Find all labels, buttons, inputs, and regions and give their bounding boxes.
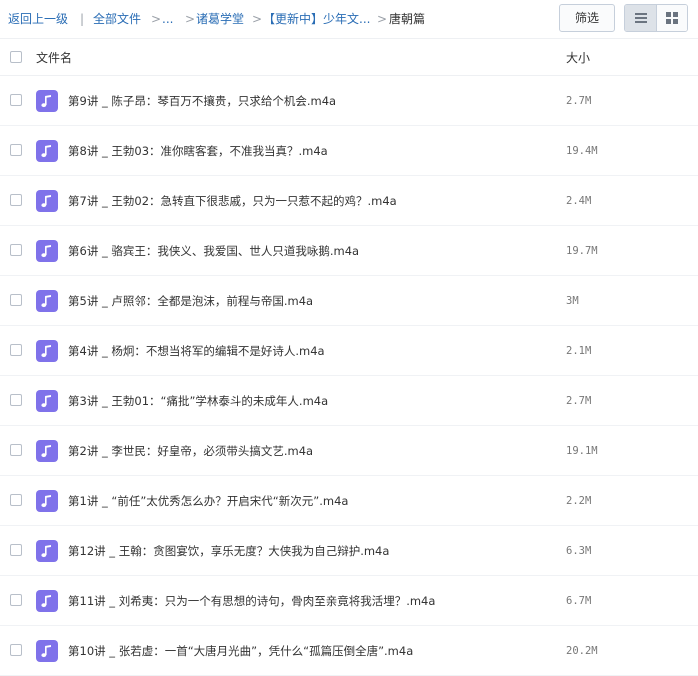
file-size: 19.4M xyxy=(566,145,598,157)
file-name[interactable]: 第6讲 _ 骆宾王：我侠义、我爱国、世人只道我咏鹅.m4a xyxy=(68,243,359,259)
select-all-checkbox[interactable] xyxy=(10,51,22,63)
file-row[interactable]: 第9讲 _ 陈子昂：琴百万不攘贵，只求给个机会.m4a 2.7M xyxy=(0,76,698,126)
file-size: 19.1M xyxy=(566,445,598,457)
file-checkbox[interactable] xyxy=(10,594,22,606)
file-name[interactable]: 第7讲 _ 王勃02：急转直下很悲戚，只为一只惹不起的鸡？.m4a xyxy=(68,193,397,209)
file-name[interactable]: 第2讲 _ 李世民：好皇帝，必须带头搞文艺.m4a xyxy=(68,443,313,459)
file-name[interactable]: 第5讲 _ 卢照邻：全都是泡沫，前程与帝国.m4a xyxy=(68,293,313,309)
music-file-icon xyxy=(36,640,58,662)
file-size: 2.7M xyxy=(566,395,592,407)
music-file-icon xyxy=(36,140,58,162)
breadcrumb-chevron: > xyxy=(377,12,388,26)
file-name[interactable]: 第1讲 _ “前任”太优秀怎么办？开启宋代“新次元”.m4a xyxy=(68,493,348,509)
file-name[interactable]: 第12讲 _ 王翰：贪图宴饮，享乐无度？大侠我为自己辩护.m4a xyxy=(68,543,389,559)
breadcrumb-separator: | xyxy=(80,12,85,26)
file-checkbox[interactable] xyxy=(10,344,22,356)
breadcrumb-all-files[interactable]: 全部文件 xyxy=(93,11,141,27)
file-size: 6.3M xyxy=(566,545,592,557)
breadcrumb-ellipsis[interactable]: ... xyxy=(162,11,173,27)
music-file-icon xyxy=(36,390,58,412)
file-name[interactable]: 第3讲 _ 王勃01：“痛批”学林泰斗的未成年人.m4a xyxy=(68,393,328,409)
filter-button[interactable]: 筛选 xyxy=(559,4,615,32)
file-size: 2.2M xyxy=(566,495,592,507)
file-checkbox[interactable] xyxy=(10,144,22,156)
file-row[interactable]: 第2讲 _ 李世民：好皇帝，必须带头搞文艺.m4a 19.1M xyxy=(0,426,698,476)
breadcrumb-chevron: > xyxy=(185,12,196,26)
file-row[interactable]: 第6讲 _ 骆宾王：我侠义、我爱国、世人只道我咏鹅.m4a 19.7M xyxy=(0,226,698,276)
breadcrumb-chevron: > xyxy=(252,12,263,26)
file-row[interactable]: 第8讲 _ 王勃03：准你瞎客套，不准我当真？.m4a 19.4M xyxy=(0,126,698,176)
file-checkbox[interactable] xyxy=(10,244,22,256)
file-name[interactable]: 第10讲 _ 张若虚：一首“大唐月光曲”，凭什么“孤篇压倒全唐”.m4a xyxy=(68,643,413,659)
back-link[interactable]: 返回上一级 xyxy=(8,11,68,27)
file-checkbox[interactable] xyxy=(10,444,22,456)
music-file-icon xyxy=(36,240,58,262)
file-row[interactable]: 第11讲 _ 刘希夷：只为一个有思想的诗句，骨肉至亲竟将我活埋？.m4a 6.7M xyxy=(0,576,698,626)
column-header-name[interactable]: 文件名 xyxy=(36,50,72,66)
file-name[interactable]: 第9讲 _ 陈子昂：琴百万不攘贵，只求给个机会.m4a xyxy=(68,93,336,109)
view-toggle xyxy=(624,4,688,32)
breadcrumb-folder-updating[interactable]: 【更新中】少年文... xyxy=(263,11,370,27)
file-row[interactable]: 第7讲 _ 王勃02：急转直下很悲戚，只为一只惹不起的鸡？.m4a 2.4M xyxy=(0,176,698,226)
list-view-icon xyxy=(635,13,647,23)
file-size: 19.7M xyxy=(566,245,598,257)
music-file-icon xyxy=(36,340,58,362)
file-name[interactable]: 第4讲 _ 杨炯：不想当将军的编辑不是好诗人.m4a xyxy=(68,343,325,359)
file-checkbox[interactable] xyxy=(10,194,22,206)
file-row[interactable]: 第12讲 _ 王翰：贪图宴饮，享乐无度？大侠我为自己辩护.m4a 6.3M xyxy=(0,526,698,576)
file-row[interactable]: 第5讲 _ 卢照邻：全都是泡沫，前程与帝国.m4a 3M xyxy=(0,276,698,326)
breadcrumb-current: 唐朝篇 xyxy=(389,12,426,26)
file-checkbox[interactable] xyxy=(10,394,22,406)
music-file-icon xyxy=(36,540,58,562)
file-size: 3M xyxy=(566,295,579,307)
file-checkbox[interactable] xyxy=(10,494,22,506)
music-file-icon xyxy=(36,290,58,312)
file-size: 6.7M xyxy=(566,595,592,607)
file-checkbox[interactable] xyxy=(10,294,22,306)
music-file-icon xyxy=(36,490,58,512)
list-view-button[interactable] xyxy=(625,5,656,31)
file-checkbox[interactable] xyxy=(10,644,22,656)
breadcrumb-chevron: > xyxy=(151,12,162,26)
top-bar: 返回上一级 | 全部文件 > ... > 诸葛学堂 > 【更新中】少年文... … xyxy=(0,0,698,38)
file-row[interactable]: 第3讲 _ 王勃01：“痛批”学林泰斗的未成年人.m4a 2.7M xyxy=(0,376,698,426)
file-name[interactable]: 第11讲 _ 刘希夷：只为一个有思想的诗句，骨肉至亲竟将我活埋？.m4a xyxy=(68,593,435,609)
file-checkbox[interactable] xyxy=(10,94,22,106)
music-file-icon xyxy=(36,190,58,212)
grid-view-button[interactable] xyxy=(656,5,687,31)
file-size: 20.2M xyxy=(566,645,598,657)
file-row[interactable]: 第1讲 _ “前任”太优秀怎么办？开启宋代“新次元”.m4a 2.2M xyxy=(0,476,698,526)
file-size: 2.1M xyxy=(566,345,592,357)
file-name[interactable]: 第8讲 _ 王勃03：准你瞎客套，不准我当真？.m4a xyxy=(68,143,328,159)
file-size: 2.7M xyxy=(566,95,592,107)
file-row[interactable]: 第10讲 _ 张若虚：一首“大唐月光曲”，凭什么“孤篇压倒全唐”.m4a 20.2… xyxy=(0,626,698,676)
breadcrumb-folder-zhuge[interactable]: 诸葛学堂 xyxy=(196,11,244,27)
table-header: 文件名 大小 xyxy=(0,38,698,76)
file-checkbox[interactable] xyxy=(10,544,22,556)
file-size: 2.4M xyxy=(566,195,592,207)
music-file-icon xyxy=(36,440,58,462)
grid-view-icon xyxy=(666,12,678,24)
file-row[interactable]: 第4讲 _ 杨炯：不想当将军的编辑不是好诗人.m4a 2.1M xyxy=(0,326,698,376)
music-file-icon xyxy=(36,90,58,112)
column-header-size[interactable]: 大小 xyxy=(566,50,590,66)
music-file-icon xyxy=(36,590,58,612)
